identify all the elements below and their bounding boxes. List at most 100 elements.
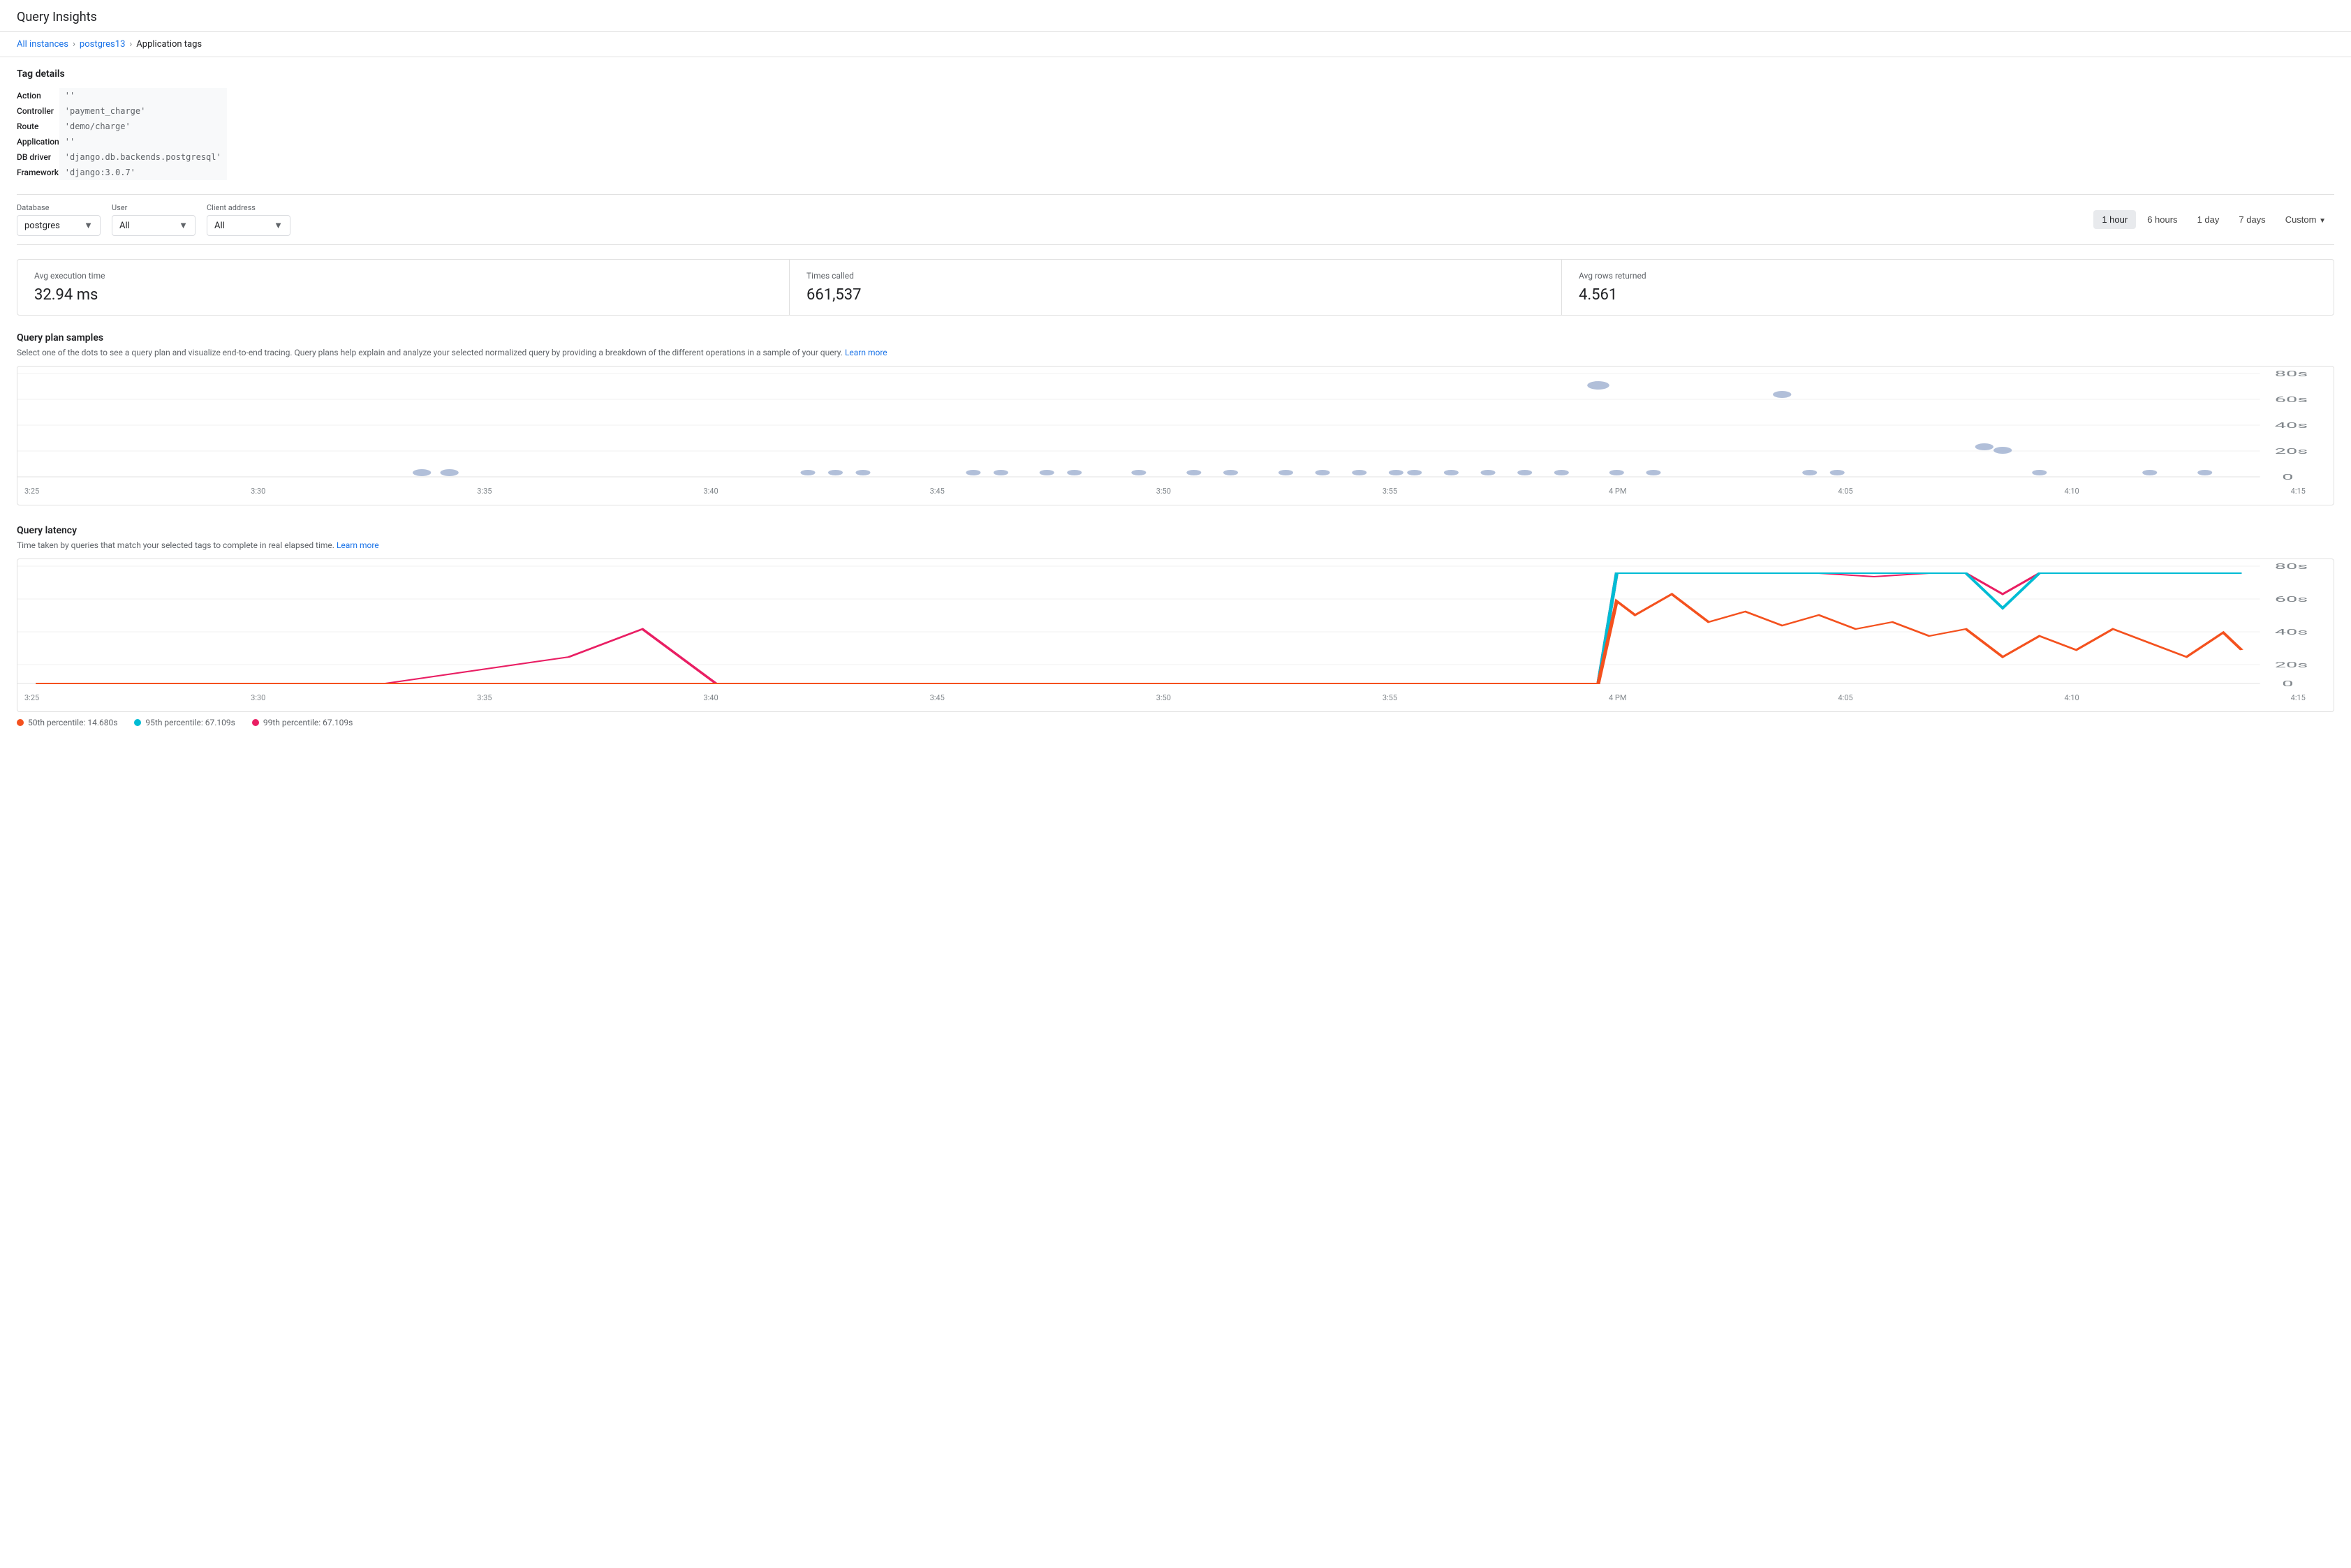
metric-card: Times called 661,537 (790, 260, 1562, 315)
plan-dot[interactable] (1587, 381, 1609, 390)
page-header: Query Insights (0, 0, 2351, 32)
plan-dot[interactable] (1352, 470, 1366, 475)
database-arrow-icon: ▼ (84, 220, 93, 231)
user-select[interactable]: All ▼ (112, 215, 196, 236)
plan-dot[interactable] (1040, 470, 1054, 475)
client-address-filter: Client address All ▼ (207, 203, 290, 236)
plan-dot[interactable] (440, 469, 458, 476)
tag-label: Framework (17, 165, 59, 180)
plan-dot[interactable] (1407, 470, 1422, 475)
latency-legend: 50th percentile: 14.680s 95th percentile… (17, 712, 2334, 733)
metric-value: 4.561 (1579, 286, 2317, 304)
svg-text:0: 0 (2282, 473, 2293, 482)
plan-dot[interactable] (800, 470, 815, 475)
tag-value: '' (59, 88, 227, 103)
breadcrumb-current: Application tags (136, 39, 202, 50)
plan-dot[interactable] (1278, 470, 1293, 475)
user-arrow-icon: ▼ (179, 220, 188, 231)
time-range-button[interactable]: 1 day (2189, 210, 2228, 229)
query-latency-subtitle-text: Time taken by queries that match your se… (17, 540, 334, 550)
legend-label: 50th percentile: 14.680s (28, 718, 117, 727)
svg-text:40s: 40s (2275, 628, 2308, 637)
metric-card: Avg rows returned 4.561 (1562, 260, 2334, 315)
database-select[interactable]: postgres ▼ (17, 215, 101, 236)
query-latency-title: Query latency (17, 525, 2334, 536)
legend-label: 95th percentile: 67.109s (145, 718, 235, 727)
plan-dot[interactable] (1993, 447, 2012, 454)
time-range-button[interactable]: 7 days (2230, 210, 2273, 229)
legend-label: 99th percentile: 67.109s (263, 718, 353, 727)
query-latency-x-labels: 3:25 3:30 3:35 3:40 3:45 3:50 3:55 4 PM … (17, 692, 2334, 705)
plan-dot[interactable] (1444, 470, 1459, 475)
plan-dot[interactable] (855, 470, 870, 475)
tag-label: Application (17, 134, 59, 149)
svg-text:20s: 20s (2275, 660, 2308, 670)
plan-dot[interactable] (413, 469, 431, 476)
plan-dot[interactable] (966, 470, 980, 475)
query-latency-svg: 80s 60s 40s 20s 0 (17, 559, 2334, 692)
query-latency-learn-more-link[interactable]: Learn more (337, 540, 379, 550)
database-value: postgres (24, 221, 60, 231)
plan-dot[interactable] (1315, 470, 1330, 475)
plan-dot[interactable] (1481, 470, 1496, 475)
client-address-value: All (214, 221, 225, 231)
legend-item: 50th percentile: 14.680s (17, 718, 117, 727)
time-range-button[interactable]: Custom ▼ (2277, 210, 2334, 229)
legend-dot (17, 719, 24, 726)
breadcrumb-all-instances[interactable]: All instances (17, 39, 68, 50)
plan-dot[interactable] (1554, 470, 1569, 475)
time-range-buttons: 1 hour6 hours1 day7 daysCustom ▼ (2093, 210, 2334, 229)
tag-label: Action (17, 88, 59, 103)
plan-dot[interactable] (1067, 470, 1082, 475)
user-filter-label: User (112, 203, 196, 212)
query-plan-learn-more-link[interactable]: Learn more (845, 348, 887, 357)
database-filter-label: Database (17, 203, 101, 212)
tag-row: Framework 'django:3.0.7' (17, 165, 227, 180)
plan-dot[interactable] (1975, 443, 1993, 450)
page-title: Query Insights (17, 10, 2334, 24)
tag-details-title: Tag details (17, 68, 2334, 80)
user-filter: User All ▼ (112, 203, 196, 236)
client-address-select[interactable]: All ▼ (207, 215, 290, 236)
plan-dot[interactable] (2197, 470, 2212, 475)
plan-dot[interactable] (1609, 470, 1624, 475)
query-plan-section: Query plan samples Select one of the dot… (17, 332, 2334, 505)
breadcrumb-postgres13[interactable]: postgres13 (80, 39, 125, 50)
query-plan-title: Query plan samples (17, 332, 2334, 343)
metric-label: Times called (806, 271, 1545, 281)
legend-item: 99th percentile: 67.109s (252, 718, 353, 727)
query-plan-x-labels: 3:25 3:30 3:35 3:40 3:45 3:50 3:55 4 PM … (17, 485, 2334, 498)
plan-dot[interactable] (1131, 470, 1146, 475)
metric-label: Avg execution time (34, 271, 772, 281)
plan-dot[interactable] (1646, 470, 1660, 475)
plan-dot[interactable] (1830, 470, 1845, 475)
plan-dot[interactable] (1517, 470, 1532, 475)
svg-text:0: 0 (2282, 679, 2293, 688)
plan-dot[interactable] (1802, 470, 1817, 475)
legend-dot (252, 719, 259, 726)
plan-dot[interactable] (1773, 391, 1791, 398)
plan-dot[interactable] (1223, 470, 1238, 475)
time-range-button[interactable]: 6 hours (2139, 210, 2186, 229)
plan-dot[interactable] (994, 470, 1008, 475)
svg-text:20s: 20s (2275, 447, 2308, 456)
tag-label: Route (17, 119, 59, 134)
query-plan-chart: 80s 60s 40s 20s 0 3:25 3:30 3:35 3:40 3:… (17, 366, 2334, 505)
query-latency-chart: 80s 60s 40s 20s 0 3:25 3:30 3:35 3:40 3:… (17, 559, 2334, 712)
client-address-arrow-icon: ▼ (274, 220, 283, 231)
svg-text:60s: 60s (2275, 595, 2308, 604)
tag-row: Application '' (17, 134, 227, 149)
plan-dot[interactable] (2032, 470, 2047, 475)
plan-dot[interactable] (2142, 470, 2157, 475)
plan-dot[interactable] (828, 470, 843, 475)
tag-label: DB driver (17, 149, 59, 165)
plan-dot[interactable] (1389, 470, 1403, 475)
svg-text:60s: 60s (2275, 395, 2308, 404)
query-plan-subtitle: Select one of the dots to see a query pl… (17, 348, 2334, 357)
time-range-button[interactable]: 1 hour (2093, 210, 2136, 229)
query-latency-section: Query latency Time taken by queries that… (17, 525, 2334, 733)
tag-value: 'payment_charge' (59, 103, 227, 119)
tag-value: 'demo/charge' (59, 119, 227, 134)
svg-text:80s: 80s (2275, 369, 2308, 378)
plan-dot[interactable] (1186, 470, 1201, 475)
